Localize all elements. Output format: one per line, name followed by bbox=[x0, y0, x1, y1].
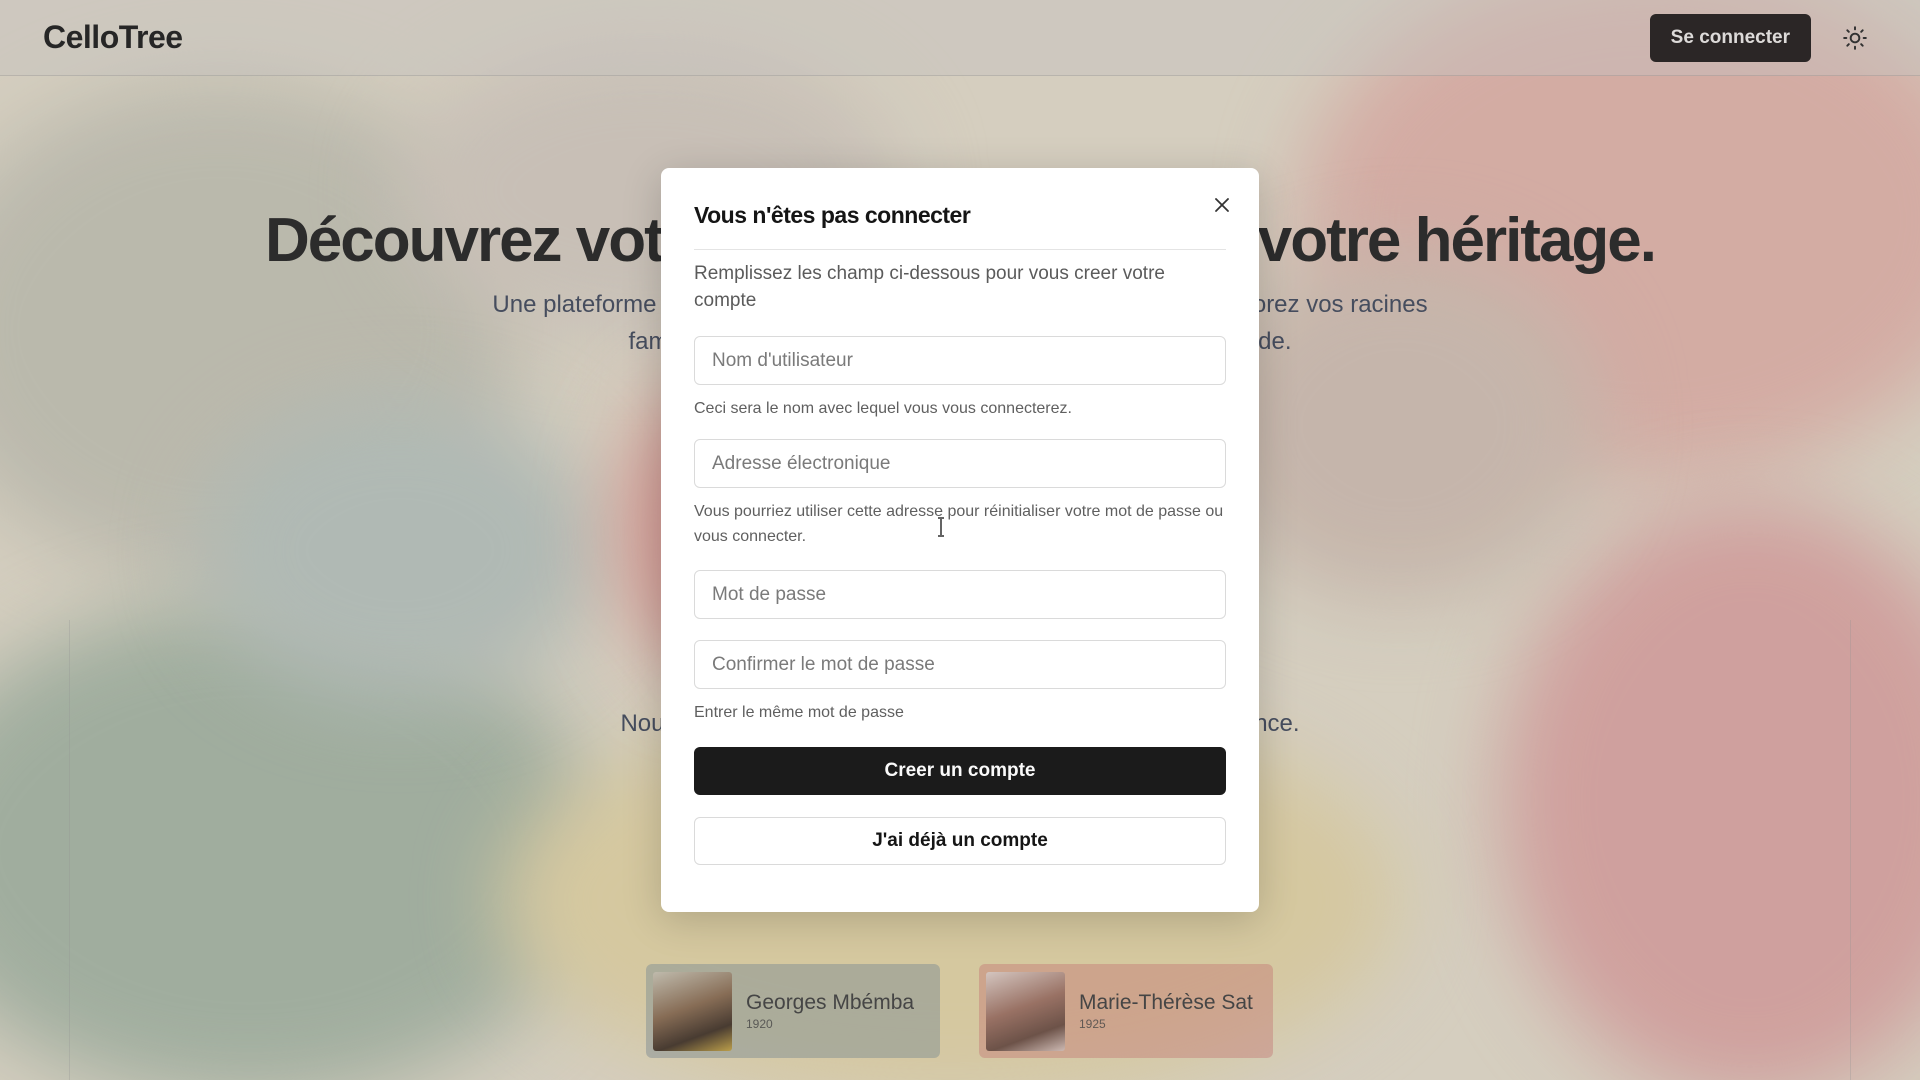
confirm-password-input[interactable] bbox=[694, 640, 1226, 689]
signup-dialog: Vous n'êtes pas connecter Remplissez les… bbox=[661, 168, 1259, 912]
dialog-title: Vous n'êtes pas connecter bbox=[694, 202, 971, 228]
confirm-password-hint: Entrer le même mot de passe bbox=[694, 704, 904, 721]
text-cursor-icon bbox=[938, 517, 944, 537]
close-icon bbox=[1215, 198, 1229, 212]
have-account-button[interactable]: J'ai déjà un compte bbox=[694, 817, 1226, 865]
username-input[interactable] bbox=[694, 336, 1226, 385]
email-input[interactable] bbox=[694, 439, 1226, 488]
password-input[interactable] bbox=[694, 570, 1226, 619]
email-hint: Vous pourriez utiliser cette adresse pou… bbox=[694, 503, 1224, 545]
create-account-button[interactable]: Creer un compte bbox=[694, 747, 1226, 795]
close-button[interactable] bbox=[1207, 190, 1237, 220]
dialog-description: Remplissez les champ ci-dessous pour vou… bbox=[694, 263, 1165, 311]
username-hint: Ceci sera le nom avec lequel vous vous c… bbox=[694, 400, 1072, 417]
dialog-divider bbox=[694, 249, 1226, 250]
